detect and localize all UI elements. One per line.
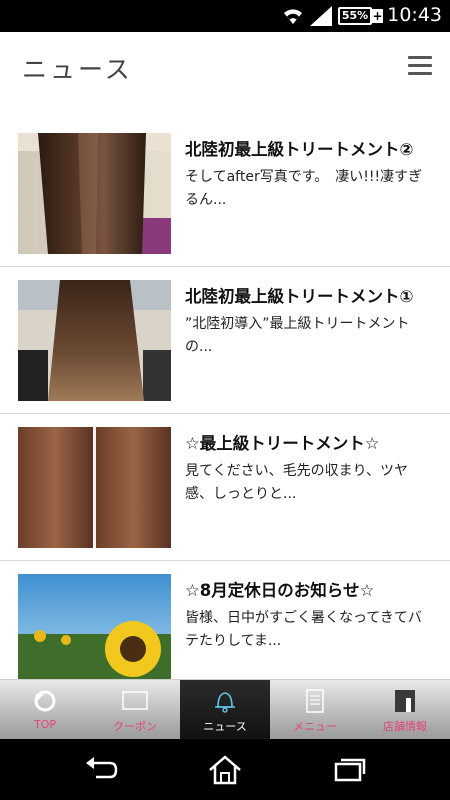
recent-apps-icon[interactable] bbox=[330, 753, 370, 787]
news-description: ”北陸初導入”最上級トリートメントの... bbox=[185, 316, 410, 355]
hair-before-photo bbox=[18, 280, 171, 401]
news-item[interactable]: 北陸初最上級トリートメント② そしてafter写真です。 凄い!!!凄すぎるん.… bbox=[0, 120, 450, 267]
sunflower-photo bbox=[18, 574, 171, 695]
app-header: ニュース bbox=[0, 32, 450, 104]
tab-news[interactable]: ニュース bbox=[180, 680, 270, 740]
signal-icon bbox=[310, 6, 332, 26]
news-list: 北陸初最上級トリートメント② そしてafter写真です。 凄い!!!凄すぎるん.… bbox=[0, 120, 450, 708]
hair-comparison-photo bbox=[18, 427, 171, 548]
news-title: ☆最上級トリートメント☆ bbox=[185, 434, 380, 453]
battery-plus: + bbox=[372, 9, 383, 23]
hamburger-menu-icon[interactable] bbox=[408, 56, 432, 76]
tab-label: クーポン bbox=[113, 720, 157, 733]
back-icon[interactable] bbox=[80, 753, 120, 787]
menu-doc-icon bbox=[306, 689, 324, 713]
bell-icon bbox=[215, 692, 235, 713]
tab-label: 店舗情報 bbox=[383, 720, 427, 733]
tab-label: TOP bbox=[33, 718, 56, 731]
news-title: 北陸初最上級トリートメント① bbox=[185, 287, 414, 306]
tab-label: メニュー bbox=[293, 720, 337, 733]
tab-top[interactable]: TOP bbox=[0, 680, 90, 740]
page-title: ニュース bbox=[22, 55, 133, 84]
clock: 10:43 bbox=[387, 4, 442, 26]
system-nav-bar bbox=[0, 739, 450, 800]
bottom-tab-bar: TOP クーポン ニュース メニュー 店舗情報 bbox=[0, 679, 450, 740]
news-item[interactable]: ☆最上級トリートメント☆ 見てください、毛先の収まり、ツヤ感、しっとりと... bbox=[0, 414, 450, 561]
news-item[interactable]: 北陸初最上級トリートメント① ”北陸初導入”最上級トリートメントの... bbox=[0, 267, 450, 414]
top-icon bbox=[34, 690, 56, 712]
news-title: 北陸初最上級トリートメント② bbox=[185, 140, 414, 159]
battery-icon: 55% bbox=[338, 7, 372, 25]
hair-after-photo bbox=[18, 133, 171, 254]
home-icon[interactable] bbox=[205, 753, 245, 787]
news-description: 見てください、毛先の収まり、ツヤ感、しっとりと... bbox=[185, 463, 409, 502]
tab-label: ニュース bbox=[203, 720, 247, 733]
status-bar: 55% + 10:43 bbox=[0, 0, 450, 32]
tab-shop-info[interactable]: 店舗情報 bbox=[360, 680, 450, 740]
tab-menu[interactable]: メニュー bbox=[270, 680, 360, 740]
wifi-icon bbox=[284, 9, 302, 24]
news-description: 皆様、日中がすごく暑くなってきてバテたりしてま... bbox=[185, 610, 422, 649]
tab-coupon[interactable]: クーポン bbox=[90, 680, 180, 740]
shop-icon bbox=[395, 690, 415, 712]
coupon-icon bbox=[122, 691, 148, 710]
news-description: そしてafter写真です。 凄い!!!凄すぎるん... bbox=[185, 169, 423, 208]
news-title: ☆8月定休日のお知らせ☆ bbox=[185, 581, 375, 600]
